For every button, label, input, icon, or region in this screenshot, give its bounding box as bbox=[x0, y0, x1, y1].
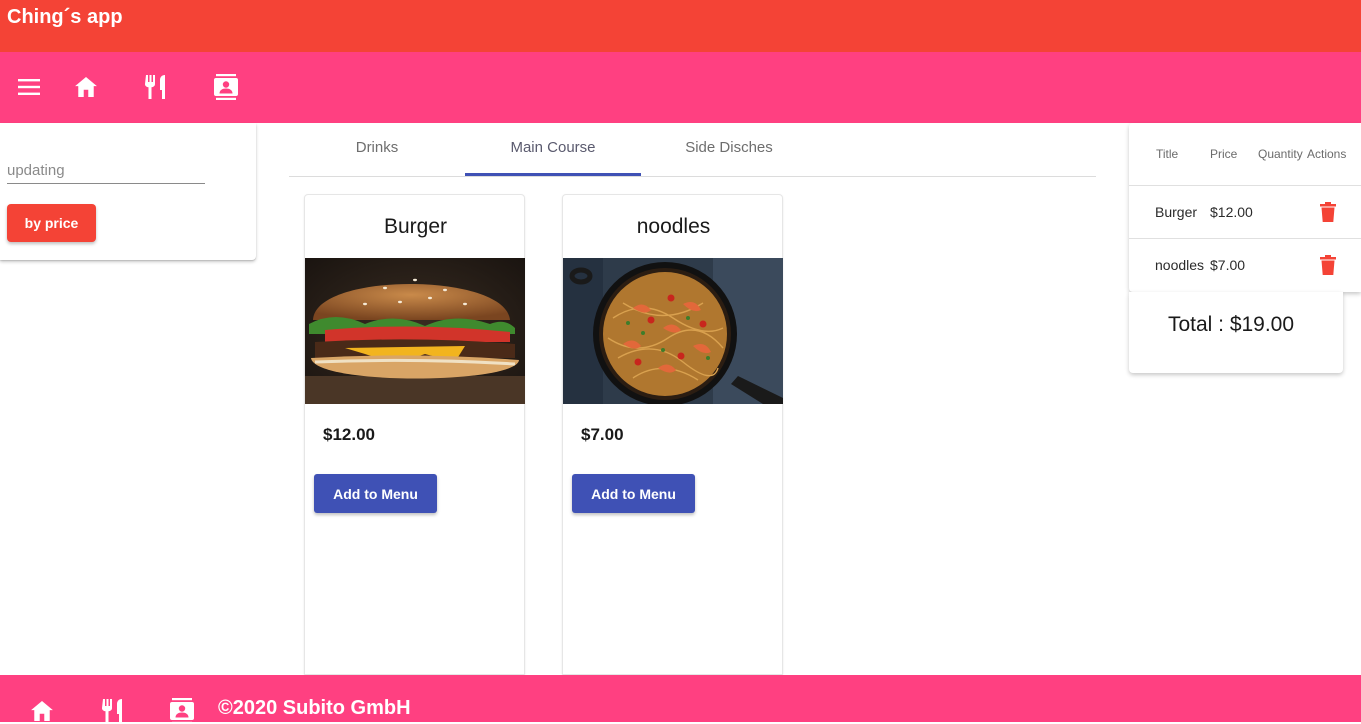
home-icon[interactable] bbox=[73, 74, 99, 100]
filter-input[interactable] bbox=[7, 157, 205, 184]
cart-divider bbox=[1129, 238, 1361, 239]
category-tabs: Drinks Main Course Side Disches bbox=[289, 123, 1096, 177]
delete-icon[interactable] bbox=[1320, 255, 1336, 275]
cart-item-title: noodles bbox=[1155, 257, 1205, 273]
sort-by-price-button[interactable]: by price bbox=[7, 204, 96, 242]
product-name: Burger bbox=[383, 215, 448, 238]
tab-side-dishes[interactable]: Side Disches bbox=[641, 123, 817, 176]
product-card: Burger $12.00 Add to Menu bbox=[304, 194, 525, 675]
cart-table: Title Price Quantity Actions Burger $12.… bbox=[1129, 123, 1361, 292]
cart-divider bbox=[1129, 185, 1361, 186]
cart-item-price: $12.00 bbox=[1210, 204, 1253, 220]
home-icon[interactable] bbox=[30, 699, 54, 723]
cart-item-title: Burger bbox=[1155, 204, 1198, 220]
noodles-photo bbox=[563, 258, 783, 404]
product-name: noodles bbox=[636, 215, 711, 238]
add-to-menu-button[interactable]: Add to Menu bbox=[314, 474, 437, 513]
cart-header-actions: Actions bbox=[1307, 147, 1347, 161]
footer: ©2020 Subito GmbH bbox=[0, 675, 1361, 724]
copyright-text: ©2020 Subito GmbH bbox=[218, 697, 411, 719]
app-title: Ching´s app bbox=[7, 6, 123, 28]
delete-icon[interactable] bbox=[1320, 202, 1336, 222]
product-price: $12.00 bbox=[323, 425, 375, 444]
add-to-menu-button[interactable]: Add to Menu bbox=[572, 474, 695, 513]
active-tab-indicator bbox=[465, 173, 641, 176]
product-price: $7.00 bbox=[581, 425, 624, 444]
restaurant-icon[interactable] bbox=[101, 699, 125, 723]
cart-header-quantity: Quantity bbox=[1258, 147, 1303, 161]
cart-header-title: Title bbox=[1156, 147, 1179, 161]
nav-bar bbox=[0, 52, 1361, 123]
cart-total: Total : $19.00 bbox=[1167, 313, 1295, 336]
cart-item-price: $7.00 bbox=[1210, 257, 1246, 273]
menu-icon[interactable] bbox=[16, 74, 42, 100]
cart-total-card: Total : $19.00 bbox=[1129, 292, 1343, 373]
tab-main-course[interactable]: Main Course bbox=[465, 123, 641, 176]
app-title-bar: Ching´s app bbox=[0, 0, 1361, 52]
restaurant-icon[interactable] bbox=[143, 74, 169, 100]
product-card: noodles $7.00 Add to Menu bbox=[562, 194, 783, 675]
tab-drinks[interactable]: Drinks bbox=[289, 123, 465, 176]
contacts-icon[interactable] bbox=[213, 74, 239, 100]
burger-photo bbox=[305, 258, 525, 404]
cart-header-price: Price bbox=[1210, 147, 1238, 161]
contacts-icon[interactable] bbox=[170, 698, 194, 724]
